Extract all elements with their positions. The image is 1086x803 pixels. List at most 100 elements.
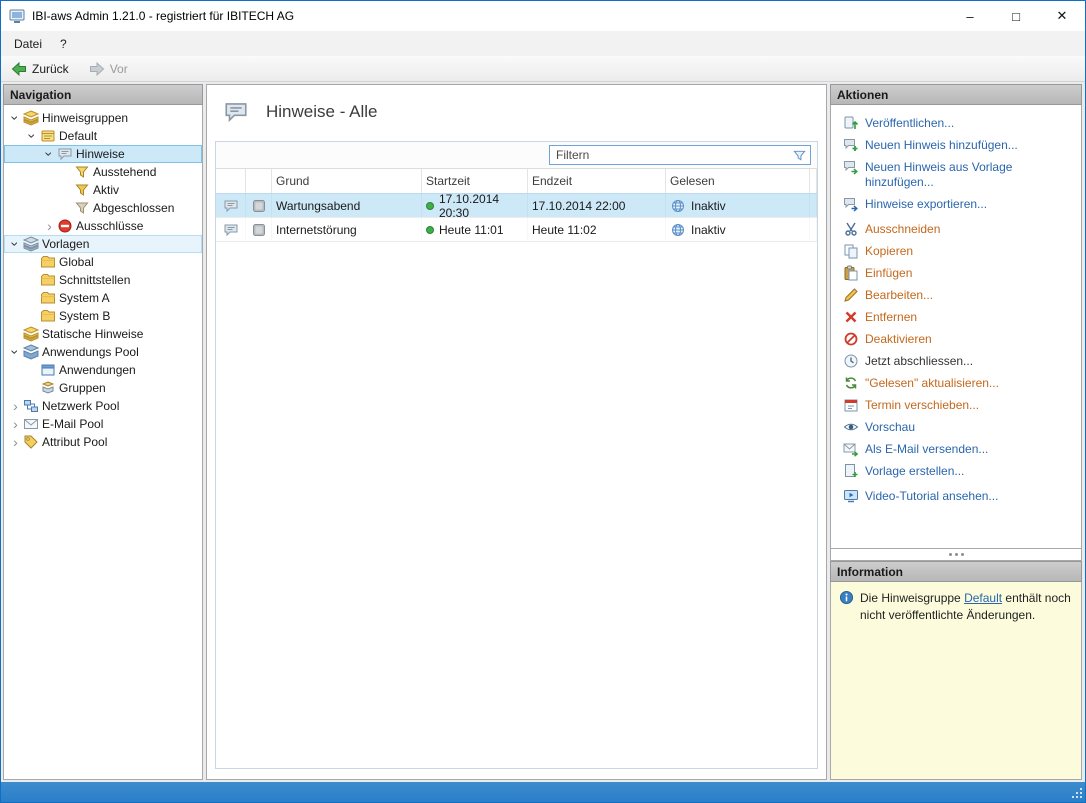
menu-datei[interactable]: Datei [5, 33, 51, 55]
filter-input[interactable] [550, 148, 792, 162]
action-als-e-mail-versenden[interactable]: Als E-Mail versenden... [843, 441, 1075, 457]
chevron-spacer [25, 362, 40, 378]
tree-item-e-mail-pool[interactable]: ›E-Mail Pool [4, 415, 202, 433]
tree-item-abgeschlossen[interactable]: Abgeschlossen [4, 199, 202, 217]
chevron-collapsed-icon[interactable]: › [8, 398, 23, 414]
chevron-collapsed-icon[interactable]: › [8, 416, 23, 432]
table-cell [810, 218, 817, 241]
table-cell: Wartungsabend [272, 194, 422, 217]
chevron-expanded-icon[interactable]: › [8, 345, 24, 360]
panel-splitter[interactable] [830, 549, 1082, 561]
action-gelesen-aktualisieren[interactable]: "Gelesen" aktualisieren... [843, 375, 1075, 391]
chevron-collapsed-icon[interactable]: › [42, 218, 57, 234]
column-header-startzeit[interactable]: Startzeit [422, 169, 528, 193]
tree-item-gruppen[interactable]: Gruppen [4, 379, 202, 397]
tree-item-label: Ausstehend [93, 165, 156, 179]
menu-help[interactable]: ? [51, 33, 76, 55]
action-termin-verschieben[interactable]: Termin verschieben... [843, 397, 1075, 413]
maximize-button[interactable]: □ [993, 1, 1039, 31]
close-button[interactable]: ✕ [1039, 1, 1085, 31]
action-ausschneiden[interactable]: Ausschneiden [843, 221, 1075, 237]
tree-item-aktiv[interactable]: Aktiv [4, 181, 202, 199]
folder-icon [40, 290, 56, 306]
table-row-wartungsabend[interactable]: Wartungsabend17.10.2014 20:3017.10.2014 … [216, 194, 817, 218]
minimize-button[interactable]: – [947, 1, 993, 31]
table-empty-area [216, 242, 817, 768]
resize-grip-icon[interactable] [1070, 787, 1083, 800]
back-button[interactable]: Zurück [7, 60, 73, 78]
table-cell [246, 218, 272, 241]
tree-item-statische-hinweise[interactable]: Statische Hinweise [4, 325, 202, 343]
folder-icon [40, 272, 56, 288]
finish-now-icon [843, 353, 859, 369]
column-header-gelesen[interactable]: Gelesen [666, 169, 810, 193]
tree-item-label: Vorlagen [42, 237, 89, 251]
chevron-expanded-icon[interactable]: › [8, 111, 24, 126]
forward-arrow-icon [89, 61, 105, 77]
column-header-grund[interactable]: Grund [272, 169, 422, 193]
network-pool-icon [23, 398, 39, 414]
right-column: Aktionen Veröffentlichen...Neuen Hinweis… [830, 84, 1082, 780]
action-label: Termin verschieben... [865, 397, 979, 413]
action-jetzt-abschliessen[interactable]: Jetzt abschliessen... [843, 353, 1075, 369]
main-panel: Hinweise - Alle GrundStartzeitEndzeitGel… [206, 84, 827, 780]
action-vorschau[interactable]: Vorschau [843, 419, 1075, 435]
tree-item-global[interactable]: Global [4, 253, 202, 271]
hint-row-icon [223, 198, 239, 214]
tree-item-vorlagen[interactable]: › Vorlagen [4, 235, 202, 253]
folder-icon [40, 254, 56, 270]
column-header-blank[interactable] [216, 169, 246, 193]
tree-item-hinweisgruppen[interactable]: ›Hinweisgruppen [4, 109, 202, 127]
action-video-tutorial-ansehen[interactable]: Video-Tutorial ansehen... [843, 488, 1075, 504]
chevron-expanded-icon[interactable]: › [42, 147, 58, 162]
action-label: Deaktivieren [865, 331, 932, 347]
action-bearbeiten[interactable]: Bearbeiten... [843, 287, 1075, 303]
window-controls: – □ ✕ [947, 1, 1085, 31]
column-header-endzeit[interactable]: Endzeit [528, 169, 666, 193]
action-einfügen[interactable]: Einfügen [843, 265, 1075, 281]
tree-item-ausschlüsse[interactable]: ›Ausschlüsse [4, 217, 202, 235]
back-arrow-icon [11, 61, 27, 77]
cell-grund: Wartungsabend [276, 199, 360, 213]
tree-item-ausstehend[interactable]: Ausstehend [4, 163, 202, 181]
chevron-collapsed-icon[interactable]: › [8, 434, 23, 450]
tree-item-hinweise[interactable]: ›Hinweise [4, 145, 202, 163]
table-row-internetstörung[interactable]: InternetstörungHeute 11:01Heute 11:02Ina… [216, 218, 817, 242]
action-kopieren[interactable]: Kopieren [843, 243, 1075, 259]
action-label: Ausschneiden [865, 221, 940, 237]
action-vorlage-erstellen[interactable]: Vorlage erstellen... [843, 463, 1075, 479]
globe-icon [670, 198, 686, 214]
tree-item-system-a[interactable]: System A [4, 289, 202, 307]
chevron-expanded-icon[interactable]: › [8, 237, 24, 252]
action-entfernen[interactable]: Entfernen [843, 309, 1075, 325]
tree-item-system-b[interactable]: System B [4, 307, 202, 325]
action-hinweise-exportieren[interactable]: Hinweise exportieren... [843, 196, 1075, 212]
default-group-icon [40, 128, 56, 144]
send-email-icon [843, 441, 859, 457]
default-group-link[interactable]: Default [964, 591, 1002, 605]
tree-item-schnittstellen[interactable]: Schnittstellen [4, 271, 202, 289]
tree-item-anwendungen[interactable]: Anwendungen [4, 361, 202, 379]
tree-item-default[interactable]: ›Default [4, 127, 202, 145]
table-cell [246, 194, 272, 217]
titlebar[interactable]: IBI-aws Admin 1.21.0 - registriert für I… [1, 1, 1085, 31]
tree-item-attribut-pool[interactable]: › Attribut Pool [4, 433, 202, 451]
tree-item-anwendungs-pool[interactable]: ›Anwendungs Pool [4, 343, 202, 361]
action-neuen-hinweis-aus-vorlage-hinzufügen[interactable]: Neuen Hinweis aus Vorlage hinzufügen... [843, 159, 1075, 190]
action-neuen-hinweis-hinzufügen[interactable]: Neuen Hinweis hinzufügen... [843, 137, 1075, 153]
tree-item-label: Statische Hinweise [42, 327, 143, 341]
tree-item-netzwerk-pool[interactable]: › Netzwerk Pool [4, 397, 202, 415]
action-label: Veröffentlichen... [865, 115, 954, 131]
tree-item-label: Netzwerk Pool [42, 399, 119, 413]
chevron-expanded-icon[interactable]: › [25, 129, 41, 144]
tree-item-label: Attribut Pool [42, 435, 107, 449]
column-header-blank[interactable] [246, 169, 272, 193]
action-veröffentlichen[interactable]: Veröffentlichen... [843, 115, 1075, 131]
forward-button[interactable]: Vor [85, 60, 132, 78]
reschedule-icon [843, 397, 859, 413]
filter-funnel-icon[interactable] [792, 148, 807, 163]
hints-grid: GrundStartzeitEndzeitGelesen Wartungsabe… [215, 141, 818, 769]
action-deaktivieren[interactable]: Deaktivieren [843, 331, 1075, 347]
back-label: Zurück [32, 62, 69, 76]
table-cell: Heute 11:01 [422, 218, 528, 241]
